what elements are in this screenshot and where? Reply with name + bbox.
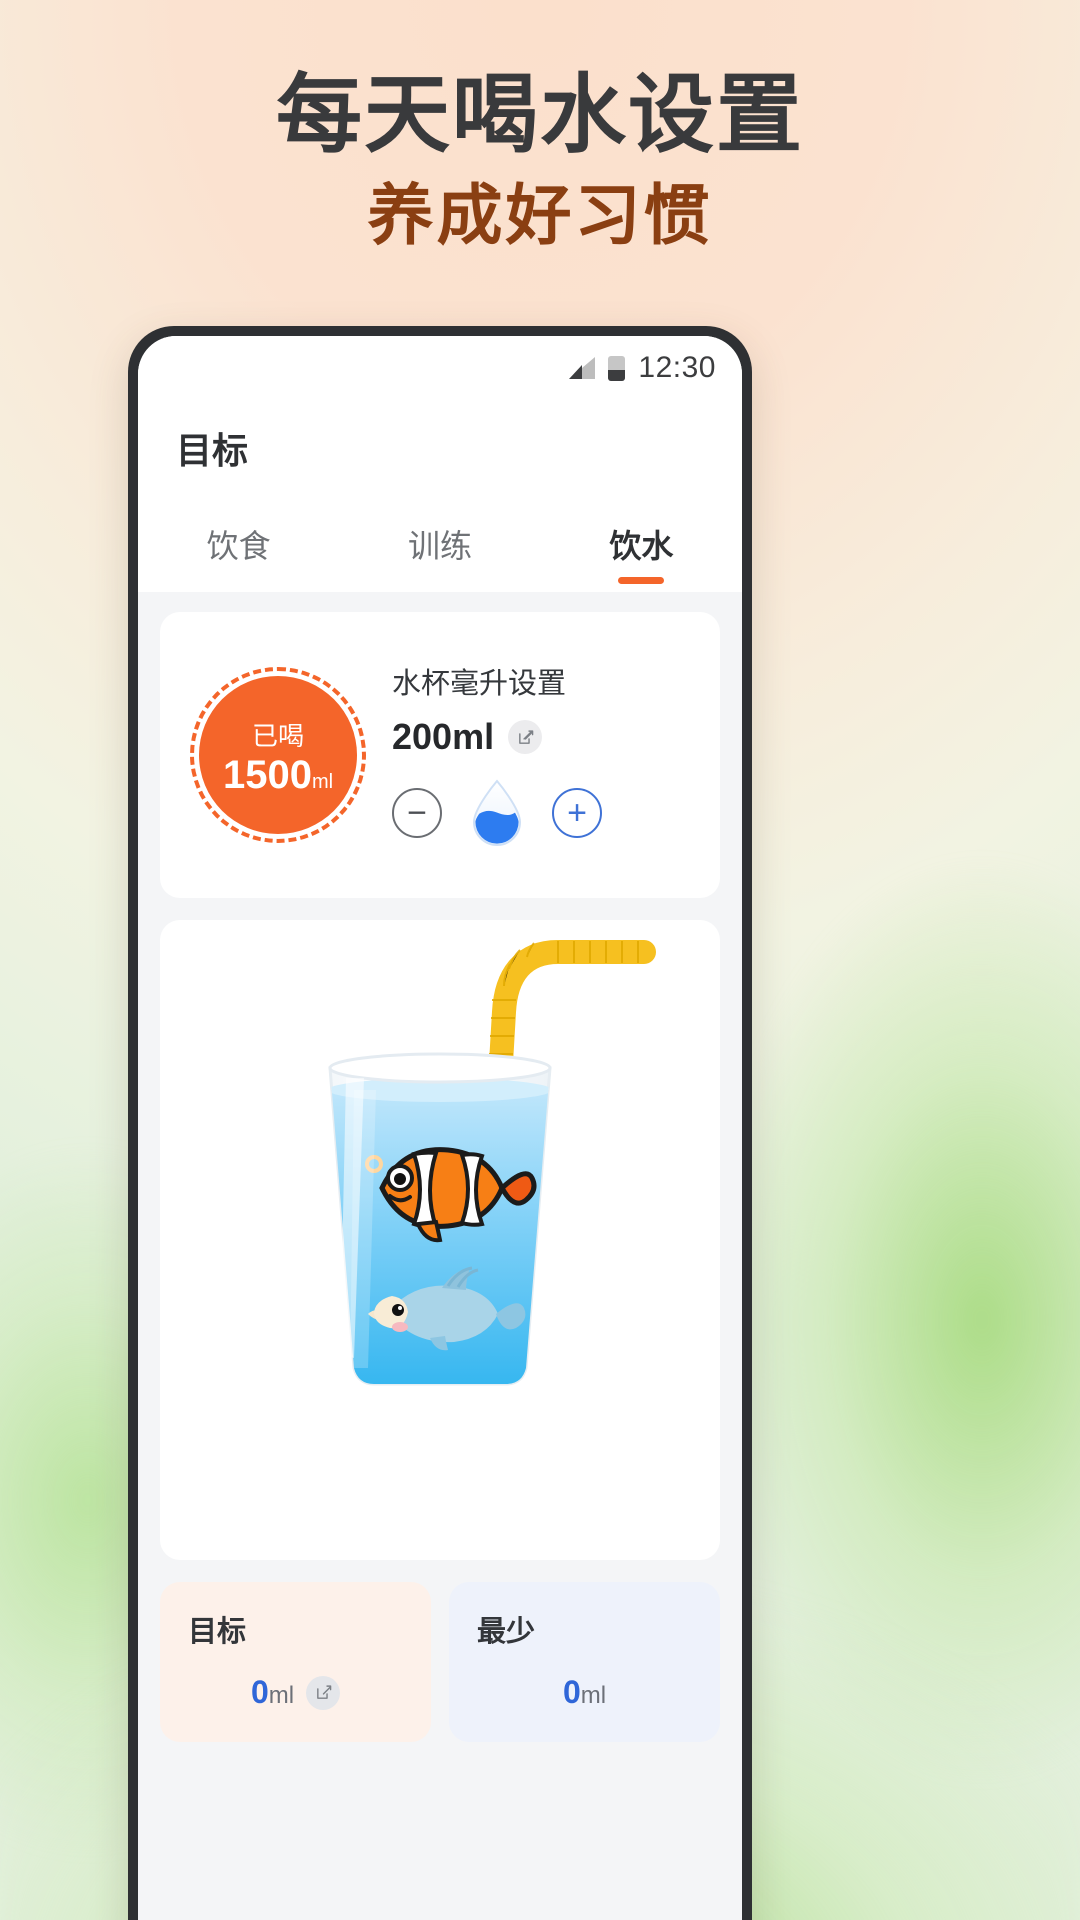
status-bar-clock: 12:30 <box>638 351 716 384</box>
page-title: 目标 <box>176 430 249 471</box>
minimum-card-label: 最少 <box>477 1616 536 1648</box>
ring-value: 1500ml <box>223 755 333 795</box>
water-glass-icon <box>290 1038 590 1403</box>
minimum-card-value: 0ml <box>563 1674 606 1711</box>
promo-headline: 每天喝水设置 养成好习惯 <box>0 72 1080 248</box>
water-glass-card <box>160 920 720 1560</box>
tab-water-label: 饮水 <box>609 528 674 564</box>
cup-setting-label: 水杯毫升设置 <box>392 668 567 700</box>
decrease-water-button[interactable]: − <box>392 788 442 838</box>
minimum-card[interactable]: 最少 0ml <box>449 1582 720 1742</box>
minimum-card-number: 0 <box>562 1674 581 1710</box>
tab-indicator-active <box>618 577 665 584</box>
promo-title: 每天喝水设置 <box>276 67 804 163</box>
tab-water[interactable]: 饮水 <box>541 496 742 592</box>
tab-diet[interactable]: 饮食 <box>138 496 339 592</box>
ring-caption: 已喝 <box>251 720 304 751</box>
goal-card-label: 目标 <box>188 1616 247 1648</box>
edit-pencil-icon[interactable] <box>306 1675 341 1710</box>
increase-water-button[interactable]: + <box>552 788 602 838</box>
cup-value-row: 200ml <box>392 716 690 758</box>
content-area: 已喝 1500ml 水杯毫升设置 200ml − + 目标 0ml 最少 0ml <box>138 592 742 1920</box>
goal-cards-row: 目标 0ml 最少 0ml <box>160 1582 720 1742</box>
water-drop-icon[interactable] <box>464 776 530 850</box>
glass-illustration <box>160 920 720 1560</box>
signal-bars-icon <box>569 357 596 379</box>
status-bar: 12:30 <box>138 336 742 400</box>
goal-card-number: 0 <box>250 1674 269 1710</box>
goal-card-value: 0ml <box>251 1674 294 1711</box>
water-stepper: − + <box>392 776 690 850</box>
tab-diet-label: 饮食 <box>206 528 271 564</box>
minimum-card-value-row: 0ml <box>477 1674 692 1711</box>
ring-value-number: 1500 <box>222 752 312 797</box>
ring-value-unit: ml <box>311 770 334 793</box>
phone-screen: 12:30 目标 饮食 训练 饮水 已喝 1500ml 水杯毫升设置 200ml… <box>138 336 742 1920</box>
ring-fill: 已喝 1500ml <box>199 676 357 834</box>
edit-pencil-icon[interactable] <box>508 720 543 754</box>
minimum-card-unit: ml <box>580 1682 607 1709</box>
water-setting-card: 已喝 1500ml 水杯毫升设置 200ml − + <box>160 612 720 898</box>
cup-value: 200ml <box>392 716 495 757</box>
battery-half-icon <box>608 355 626 381</box>
tab-bar: 饮食 训练 饮水 <box>138 496 742 592</box>
goal-card[interactable]: 目标 0ml <box>160 1582 431 1742</box>
water-progress-ring[interactable]: 已喝 1500ml <box>190 667 366 843</box>
phone-mockup: 12:30 目标 饮食 训练 饮水 已喝 1500ml 水杯毫升设置 200ml… <box>128 326 752 1920</box>
cup-setting-panel: 水杯毫升设置 200ml − + <box>392 660 690 850</box>
goal-card-unit: ml <box>268 1682 295 1709</box>
tab-training-label: 训练 <box>407 528 472 564</box>
promo-subtitle: 养成好习惯 <box>367 178 713 252</box>
goal-card-value-row: 0ml <box>188 1674 403 1711</box>
tab-training[interactable]: 训练 <box>339 496 540 592</box>
